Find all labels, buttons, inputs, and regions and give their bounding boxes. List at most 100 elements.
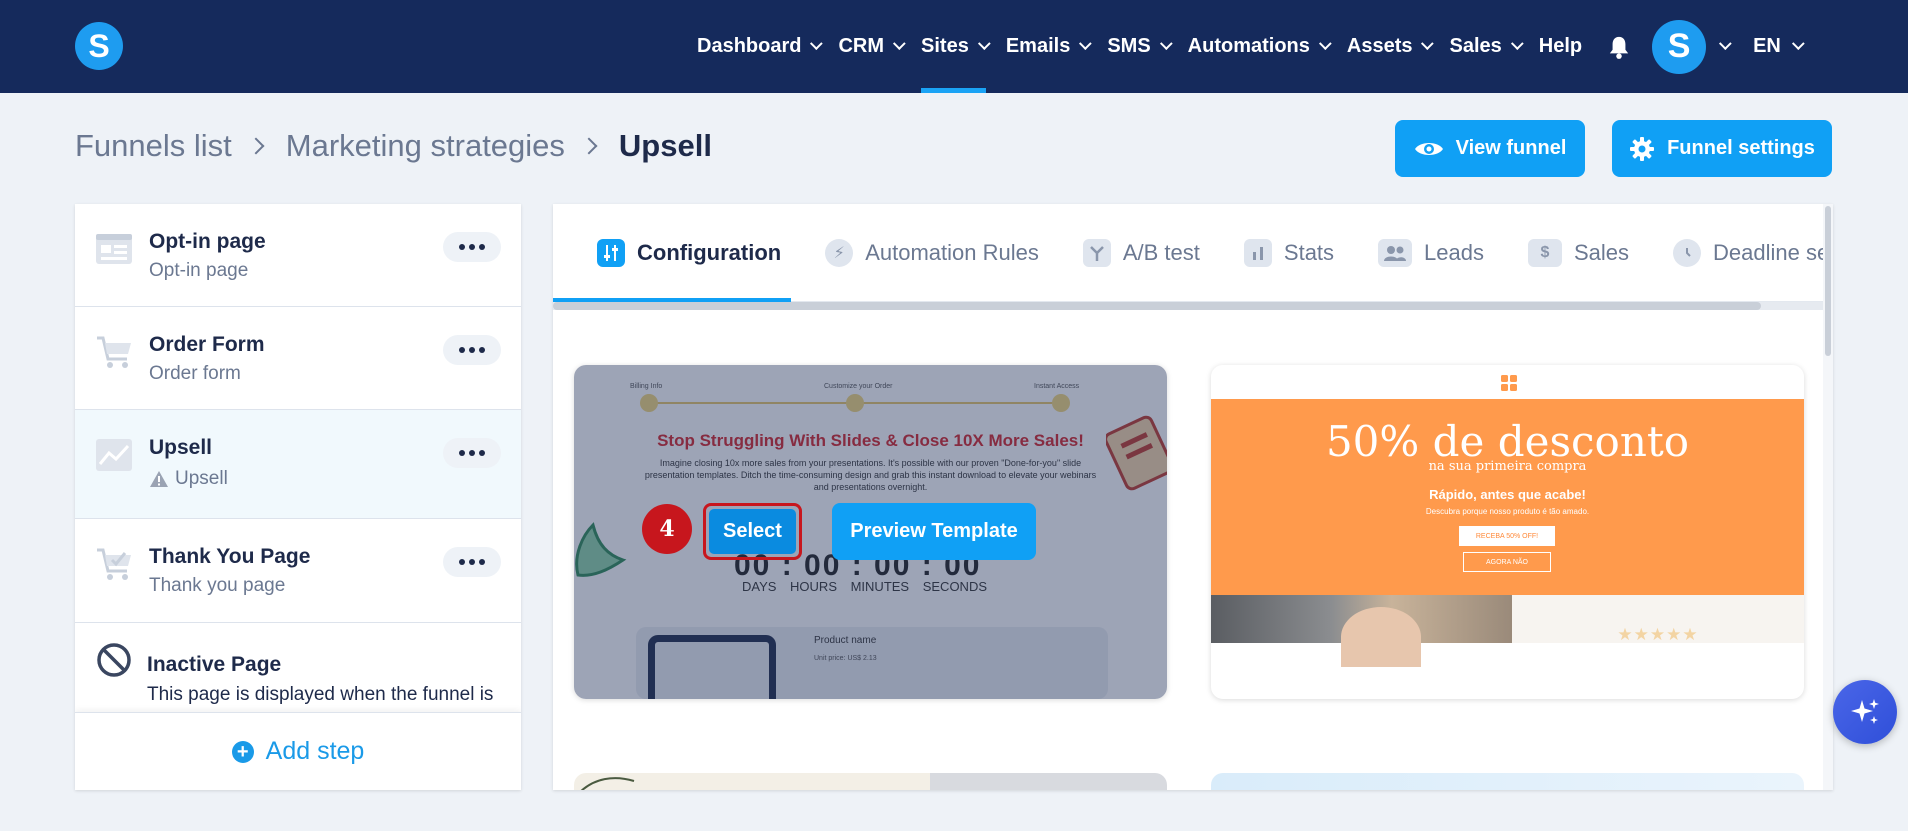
template-card-partial[interactable]	[1211, 773, 1804, 790]
nav-dashboard[interactable]: Dashboard	[697, 0, 824, 93]
tab-label: Stats	[1283, 239, 1335, 265]
user-avatar[interactable]: S	[1652, 19, 1707, 74]
nav-crm[interactable]: CRM	[838, 0, 906, 93]
scrollbar-thumb[interactable]	[553, 302, 1761, 310]
tab-label: Deadline settings	[1713, 239, 1823, 265]
disabled-icon	[97, 643, 131, 677]
funnel-tabs: Configuration ⚡ Automation Rules A/B tes…	[553, 204, 1823, 302]
bell-icon[interactable]	[1608, 35, 1630, 59]
clock-icon	[1673, 238, 1702, 267]
chevron-down-icon	[892, 37, 906, 51]
ai-assistant-button[interactable]	[1833, 680, 1897, 744]
step-title: Inactive Page	[147, 653, 282, 676]
step-options-button[interactable]	[443, 547, 501, 577]
funnel-settings-button[interactable]: Funnel settings	[1612, 120, 1832, 177]
step-subtitle: Opt-in page	[149, 260, 249, 281]
funnel-settings-label: Funnel settings	[1667, 137, 1815, 159]
tabs-horizontal-scrollbar[interactable]	[553, 302, 1823, 310]
tab-deadline-settings[interactable]: Deadline settings	[1673, 238, 1823, 267]
select-template-button[interactable]: Select	[703, 503, 802, 560]
funnel-steps-sidebar: Opt-in page Opt-in page Order Form Order…	[75, 204, 521, 790]
step-title: Order Form	[149, 333, 265, 356]
view-funnel-label: View funnel	[1455, 137, 1567, 159]
warning-icon	[150, 471, 168, 487]
template-card-discount[interactable]: 50% de desconto na sua primeira compra R…	[1211, 365, 1804, 699]
view-funnel-button[interactable]: View funnel	[1395, 120, 1585, 177]
step-subtitle: Thank you page	[149, 575, 286, 596]
chevron-right-icon	[580, 137, 598, 155]
nav-sms[interactable]: SMS	[1107, 0, 1173, 93]
users-icon	[1378, 238, 1413, 267]
chevron-down-icon	[1159, 37, 1173, 51]
breadcrumb: Funnels list Marketing strategies Upsell	[75, 128, 712, 164]
nav-help[interactable]: Help	[1539, 0, 1582, 93]
template-secondary-button: AGORA NÃO	[1463, 552, 1551, 572]
breadcrumb-funnels-list[interactable]: Funnels list	[75, 128, 232, 164]
sidebar-step-inactive[interactable]: Inactive Page This page is displayed whe…	[75, 623, 521, 731]
template-card-partial[interactable]	[574, 773, 1167, 790]
add-step-label: Add step	[265, 737, 365, 765]
hero-bold-text: Rápido, antes que acabe!	[1429, 487, 1586, 502]
language-selector[interactable]: EN	[1753, 35, 1805, 58]
bolt-icon: ⚡	[825, 238, 854, 267]
chevron-down-icon	[1079, 37, 1093, 51]
vertical-scrollbar[interactable]	[1823, 204, 1833, 790]
tab-configuration[interactable]: Configuration	[597, 238, 782, 267]
sidebar-step-thank-you[interactable]: Thank You Page Thank you page	[75, 519, 521, 623]
chevron-right-icon	[247, 137, 265, 155]
sidebar-step-order-form[interactable]: Order Form Order form	[75, 307, 521, 410]
step-title: Upsell	[149, 436, 213, 459]
template-cta-button: RECEBA 50% OFF!	[1459, 526, 1555, 546]
main-nav: Dashboard CRM Sites Emails SMS Automatio…	[697, 0, 1805, 93]
preview-template-button[interactable]: Preview Template	[832, 503, 1036, 560]
sliders-icon	[597, 238, 625, 267]
nav-automations[interactable]: Automations	[1188, 0, 1332, 93]
page-title: Upsell	[618, 128, 712, 163]
sidebar-step-upsell[interactable]: Upsell Upsell	[75, 410, 521, 519]
leaf-decoration	[580, 777, 635, 790]
template-hero: 50% de desconto na sua primeira compra R…	[1211, 399, 1804, 595]
step-title: Thank You Page	[149, 545, 311, 568]
step-options-button[interactable]	[443, 438, 501, 468]
hero-small-text: Descubra porque nosso produto é tão amad…	[1425, 507, 1590, 516]
tab-sales[interactable]: $ Sales	[1528, 238, 1629, 267]
rating-stars: ★★★★★	[1617, 625, 1699, 644]
funnel-main-panel: Configuration ⚡ Automation Rules A/B tes…	[553, 204, 1833, 790]
tab-automation-rules[interactable]: ⚡ Automation Rules	[825, 238, 1039, 267]
step-subtitle: Upsell	[175, 468, 228, 489]
add-step-button[interactable]: + Add step	[75, 712, 521, 790]
template-header	[1211, 365, 1804, 399]
eye-icon	[1414, 142, 1443, 155]
nav-emails[interactable]: Emails	[1006, 0, 1093, 93]
cart-check-icon	[97, 548, 131, 580]
tab-label: Configuration	[637, 239, 782, 265]
split-icon	[1082, 238, 1111, 267]
step-options-button[interactable]	[443, 335, 501, 365]
step-options-button[interactable]	[443, 232, 501, 262]
brand-logo-icon	[1501, 375, 1517, 391]
tab-leads[interactable]: Leads	[1378, 238, 1484, 267]
chevron-down-icon[interactable]	[1719, 37, 1732, 51]
template-card-slides[interactable]: Billing Info Customize your Order Instan…	[574, 365, 1167, 699]
select-label: Select	[709, 509, 796, 554]
step-title: Opt-in page	[149, 230, 266, 253]
tab-stats[interactable]: Stats	[1243, 238, 1335, 267]
cart-icon	[97, 336, 131, 368]
scrollbar-thumb[interactable]	[1825, 206, 1831, 356]
plus-circle-icon: +	[231, 740, 254, 763]
breadcrumb-marketing-strategies[interactable]: Marketing strategies	[286, 128, 565, 164]
sidebar-step-optin[interactable]: Opt-in page Opt-in page	[75, 204, 521, 307]
optin-page-icon	[96, 234, 132, 264]
tab-ab-test[interactable]: A/B test	[1082, 238, 1200, 267]
chart-image-icon	[96, 439, 132, 471]
chevron-down-icon	[1510, 37, 1524, 51]
tab-label: Automation Rules	[865, 239, 1039, 265]
gear-icon	[1630, 136, 1655, 161]
app-logo[interactable]: S	[75, 22, 123, 70]
bar-chart-icon	[1243, 238, 1272, 267]
nav-assets[interactable]: Assets	[1347, 0, 1435, 93]
top-navbar: S Dashboard CRM Sites Emails SMS Automat…	[0, 0, 1908, 93]
chevron-down-icon	[810, 37, 824, 51]
nav-sales[interactable]: Sales	[1449, 0, 1524, 93]
nav-sites[interactable]: Sites	[921, 0, 991, 93]
